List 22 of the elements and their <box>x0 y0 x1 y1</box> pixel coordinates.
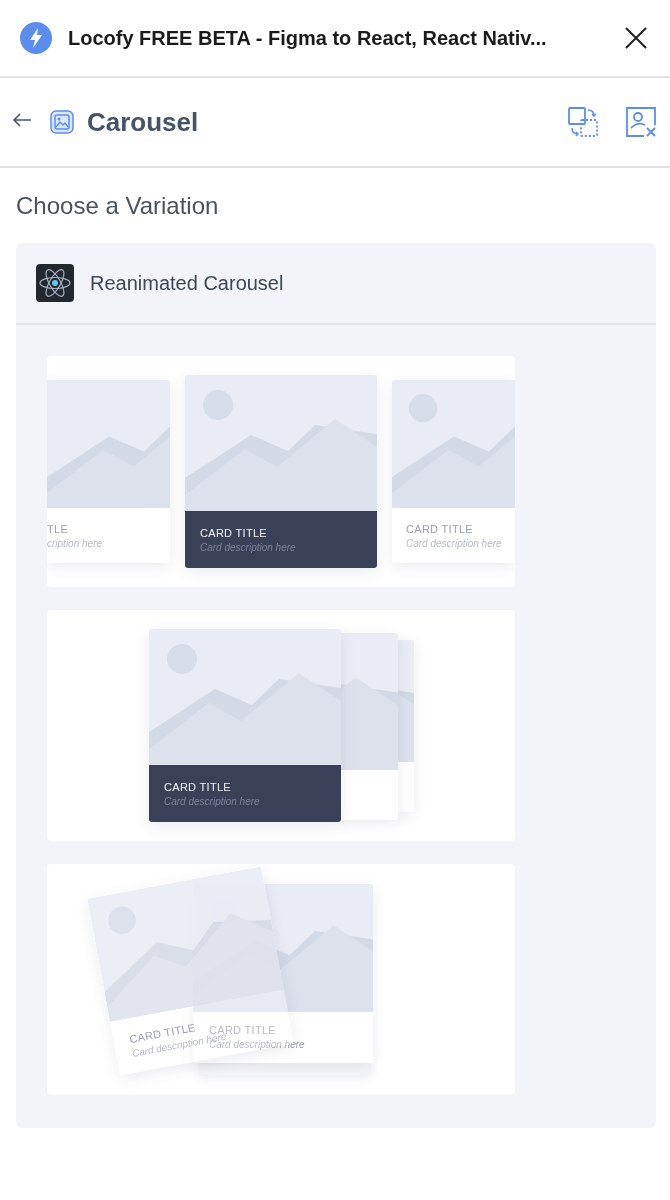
carousel-preview[interactable]: TLE cription here CARD TITLE Card description here CARD TITLE Card description here <box>47 356 515 587</box>
carousel-preview[interactable]: CARD TITLE Card description here <box>47 610 515 841</box>
atom-logo-icon <box>36 264 74 302</box>
card-title: CARD TITLE <box>164 780 232 793</box>
lightning-logo-icon <box>20 22 52 54</box>
card-description: Card description here <box>200 541 297 553</box>
back-arrow-icon[interactable] <box>12 112 32 128</box>
card-title: TLE <box>47 522 70 535</box>
carousel-image-icon <box>50 110 74 134</box>
card-footer <box>398 762 414 812</box>
card-title: CARD TITLE <box>200 526 268 539</box>
card-title: CARD TITLE <box>406 522 474 535</box>
remove-component-icon[interactable] <box>626 107 656 137</box>
component-title: Carousel <box>87 106 199 138</box>
close-icon[interactable] <box>624 26 648 50</box>
card-description: Card description here <box>406 537 503 549</box>
card-description: Card description here <box>164 795 261 807</box>
window-title: Locofy FREE BETA - Figma to React, React Nativ... <box>68 26 548 50</box>
section-title: Choose a Variation <box>16 192 220 220</box>
variation-name: Reanimated Carousel <box>90 271 284 295</box>
card-description: cription here <box>47 537 104 549</box>
swap-component-icon[interactable] <box>568 107 598 137</box>
